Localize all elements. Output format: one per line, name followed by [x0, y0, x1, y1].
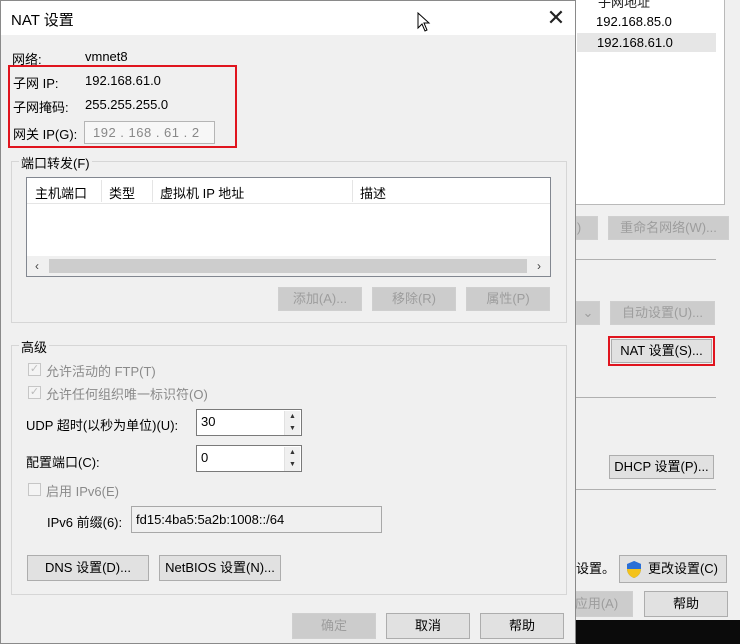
- properties-button[interactable]: 属性(P): [466, 287, 550, 311]
- partial-text: 设置。: [576, 561, 616, 576]
- gateway-label: 网关 IP(G):: [13, 127, 78, 142]
- ipv6-prefix-input[interactable]: fd15:4ba5:5a2b:1008::/64: [131, 506, 382, 533]
- column-header-host-port[interactable]: 主机端口: [35, 183, 87, 202]
- column-divider[interactable]: [101, 180, 102, 202]
- column-header-vm-ip[interactable]: 虚拟机 IP 地址: [160, 183, 244, 202]
- chevron-right-icon[interactable]: ›: [530, 257, 548, 275]
- separator: [576, 259, 716, 260]
- scrollbar-thumb[interactable]: [49, 259, 527, 273]
- config-port-label: 配置端口(C):: [26, 455, 100, 470]
- config-port-stepper[interactable]: 0 ▲ ▼: [196, 445, 302, 472]
- bg-help-button[interactable]: 帮助: [644, 591, 728, 617]
- title-bar[interactable]: NAT 设置 ✕: [1, 1, 575, 35]
- stepper-up-icon[interactable]: ▲: [284, 447, 300, 459]
- column-divider[interactable]: [152, 180, 153, 202]
- allow-ftp-label: 允许活动的 FTP(T): [46, 364, 156, 379]
- column-divider[interactable]: [352, 180, 353, 202]
- dns-settings-button[interactable]: DNS 设置(D)...: [27, 555, 149, 581]
- help-button[interactable]: 帮助: [480, 613, 564, 639]
- allow-oui-checkbox[interactable]: ✓: [28, 386, 41, 399]
- ok-button[interactable]: 确定: [292, 613, 376, 639]
- enable-ipv6-label: 启用 IPv6(E): [46, 484, 119, 499]
- dropdown-arrow[interactable]: ⌄: [576, 301, 600, 325]
- remove-button[interactable]: 移除(R): [372, 287, 456, 311]
- auto-settings-button[interactable]: 自动设置(U)...: [610, 301, 715, 325]
- advanced-title: 高级: [19, 337, 50, 356]
- separator: [576, 397, 716, 398]
- netbios-settings-button[interactable]: NetBIOS 设置(N)...: [159, 555, 281, 581]
- subnet-list[interactable]: 子网地址 192.168.85.0 192.168.61.0: [575, 0, 725, 205]
- config-port-value[interactable]: 0: [201, 450, 208, 465]
- close-icon[interactable]: ✕: [544, 5, 568, 31]
- enable-ipv6-checkbox[interactable]: [28, 483, 41, 496]
- stepper-down-icon[interactable]: ▼: [284, 423, 300, 435]
- stepper-up-icon[interactable]: ▲: [284, 411, 300, 423]
- udp-timeout-label: UDP 超时(以秒为单位)(U):: [26, 418, 179, 433]
- separator: [576, 489, 716, 490]
- shield-icon: [627, 561, 641, 578]
- nat-settings-button[interactable]: NAT 设置(S)...: [608, 336, 715, 366]
- udp-timeout-value[interactable]: 30: [201, 414, 215, 429]
- subnet-mask-value: 255.255.255.0: [85, 97, 169, 112]
- change-settings-button[interactable]: 更改设置(C): [619, 555, 727, 583]
- dhcp-settings-button[interactable]: DHCP 设置(P)...: [609, 455, 714, 479]
- mouse-cursor-icon: [417, 12, 431, 32]
- column-header-type[interactable]: 类型: [109, 183, 135, 202]
- stepper-down-icon[interactable]: ▼: [284, 459, 300, 471]
- nat-settings-dialog: NAT 设置 ✕ 网络: vmnet8 子网 IP: 192.168.61.0 …: [0, 0, 576, 644]
- chevron-left-icon[interactable]: ‹: [28, 257, 46, 275]
- rename-network-button[interactable]: 重命名网络(W)...: [608, 216, 729, 240]
- subnet-ip-value: 192.168.61.0: [85, 73, 161, 88]
- subnet-list-row[interactable]: 192.168.85.0: [596, 14, 672, 29]
- port-forwarding-list[interactable]: 主机端口 类型 虚拟机 IP 地址 描述 ‹ ›: [26, 177, 551, 277]
- cancel-button[interactable]: 取消: [386, 613, 470, 639]
- allow-ftp-checkbox[interactable]: ✓: [28, 363, 41, 376]
- ipv6-prefix-label: IPv6 前缀(6):: [47, 515, 123, 530]
- subnet-list-row-selected[interactable]: 192.168.61.0: [577, 33, 716, 52]
- add-button[interactable]: 添加(A)...: [278, 287, 362, 311]
- network-value: vmnet8: [85, 49, 128, 64]
- horizontal-scrollbar[interactable]: ‹ ›: [27, 256, 550, 276]
- subnet-ip-label: 子网 IP:: [13, 76, 59, 91]
- port-forwarding-title: 端口转发(F): [19, 153, 92, 172]
- column-header-description[interactable]: 描述: [360, 183, 386, 202]
- udp-timeout-stepper[interactable]: 30 ▲ ▼: [196, 409, 302, 436]
- gateway-ip-input[interactable]: 192 . 168 . 61 . 2: [84, 121, 215, 144]
- list-header: 主机端口 类型 虚拟机 IP 地址 描述: [27, 178, 550, 204]
- dialog-title: NAT 设置: [11, 12, 74, 29]
- subnet-list-header: 子网地址: [598, 0, 651, 10]
- allow-oui-label: 允许任何组织唯一标识符(O): [46, 387, 208, 402]
- subnet-mask-label: 子网掩码:: [13, 100, 69, 115]
